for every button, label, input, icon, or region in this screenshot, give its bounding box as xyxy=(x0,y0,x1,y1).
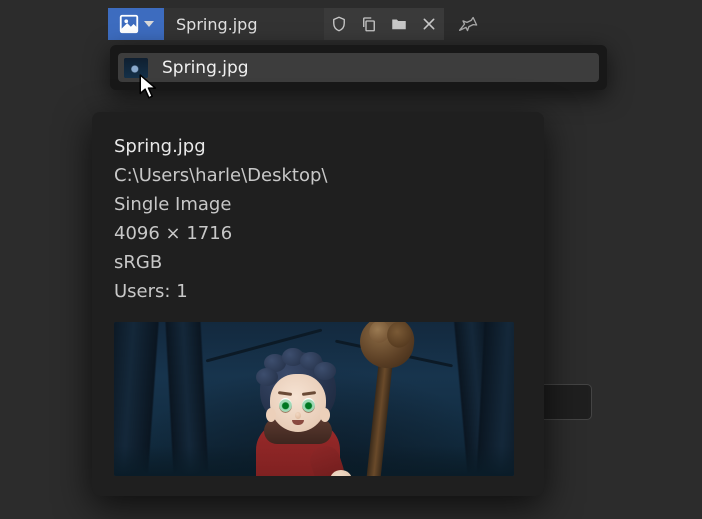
image-info-tooltip: Spring.jpg C:\Users\harle\Desktop\ Singl… xyxy=(92,112,544,496)
duplicate-icon xyxy=(360,15,378,33)
open-file-button[interactable] xyxy=(384,8,414,40)
pin-icon xyxy=(459,14,479,34)
image-dropdown-list: Spring.jpg xyxy=(110,45,607,90)
datablock-header: Spring.jpg xyxy=(108,8,484,40)
dropdown-item[interactable]: Spring.jpg xyxy=(118,53,599,82)
dropdown-item-label: Spring.jpg xyxy=(162,58,249,78)
dropdown-thumbnail xyxy=(124,58,148,78)
chevron-down-icon xyxy=(144,21,154,27)
pin-button[interactable] xyxy=(454,8,484,40)
image-name-label: Spring.jpg xyxy=(176,15,257,34)
shield-icon xyxy=(330,15,348,33)
unlink-button[interactable] xyxy=(414,8,444,40)
tooltip-colorspace: sRGB xyxy=(114,248,522,277)
image-name-field[interactable]: Spring.jpg xyxy=(164,8,324,40)
fake-user-button[interactable] xyxy=(324,8,354,40)
image-icon xyxy=(118,13,140,35)
image-type-selector[interactable] xyxy=(108,8,164,40)
folder-icon xyxy=(390,15,408,33)
close-icon xyxy=(421,16,437,32)
tooltip-type: Single Image xyxy=(114,190,522,219)
tooltip-dimensions: 4096 × 1716 xyxy=(114,219,522,248)
tooltip-users: Users: 1 xyxy=(114,277,522,306)
tooltip-path: C:\Users\harle\Desktop\ xyxy=(114,161,522,190)
tooltip-filename: Spring.jpg xyxy=(114,132,522,161)
duplicate-button[interactable] xyxy=(354,8,384,40)
tooltip-preview-image xyxy=(114,322,514,476)
